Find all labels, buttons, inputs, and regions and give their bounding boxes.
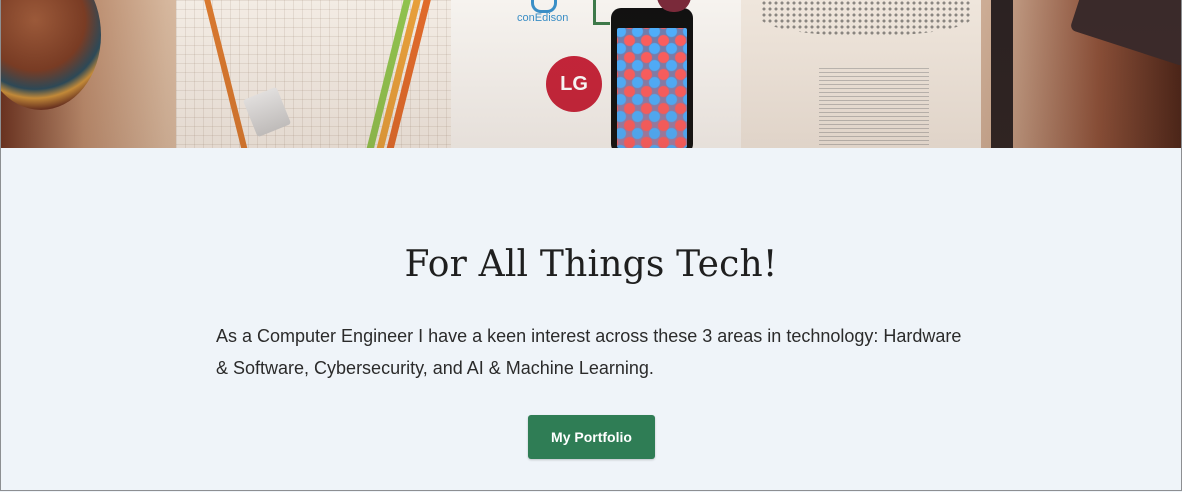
my-portfolio-button[interactable]: My Portfolio bbox=[528, 415, 655, 459]
intro-paragraph: As a Computer Engineer I have a keen int… bbox=[216, 326, 962, 378]
intro-section: For All Things Tech! As a Computer Engin… bbox=[1, 148, 1181, 490]
hero-overlay bbox=[1, 0, 1181, 148]
page-title: For All Things Tech! bbox=[404, 244, 778, 285]
hero-banner-image: conEdison LG bbox=[1, 0, 1181, 148]
page-frame: conEdison LG For All Things Tech! As a C… bbox=[0, 0, 1182, 491]
